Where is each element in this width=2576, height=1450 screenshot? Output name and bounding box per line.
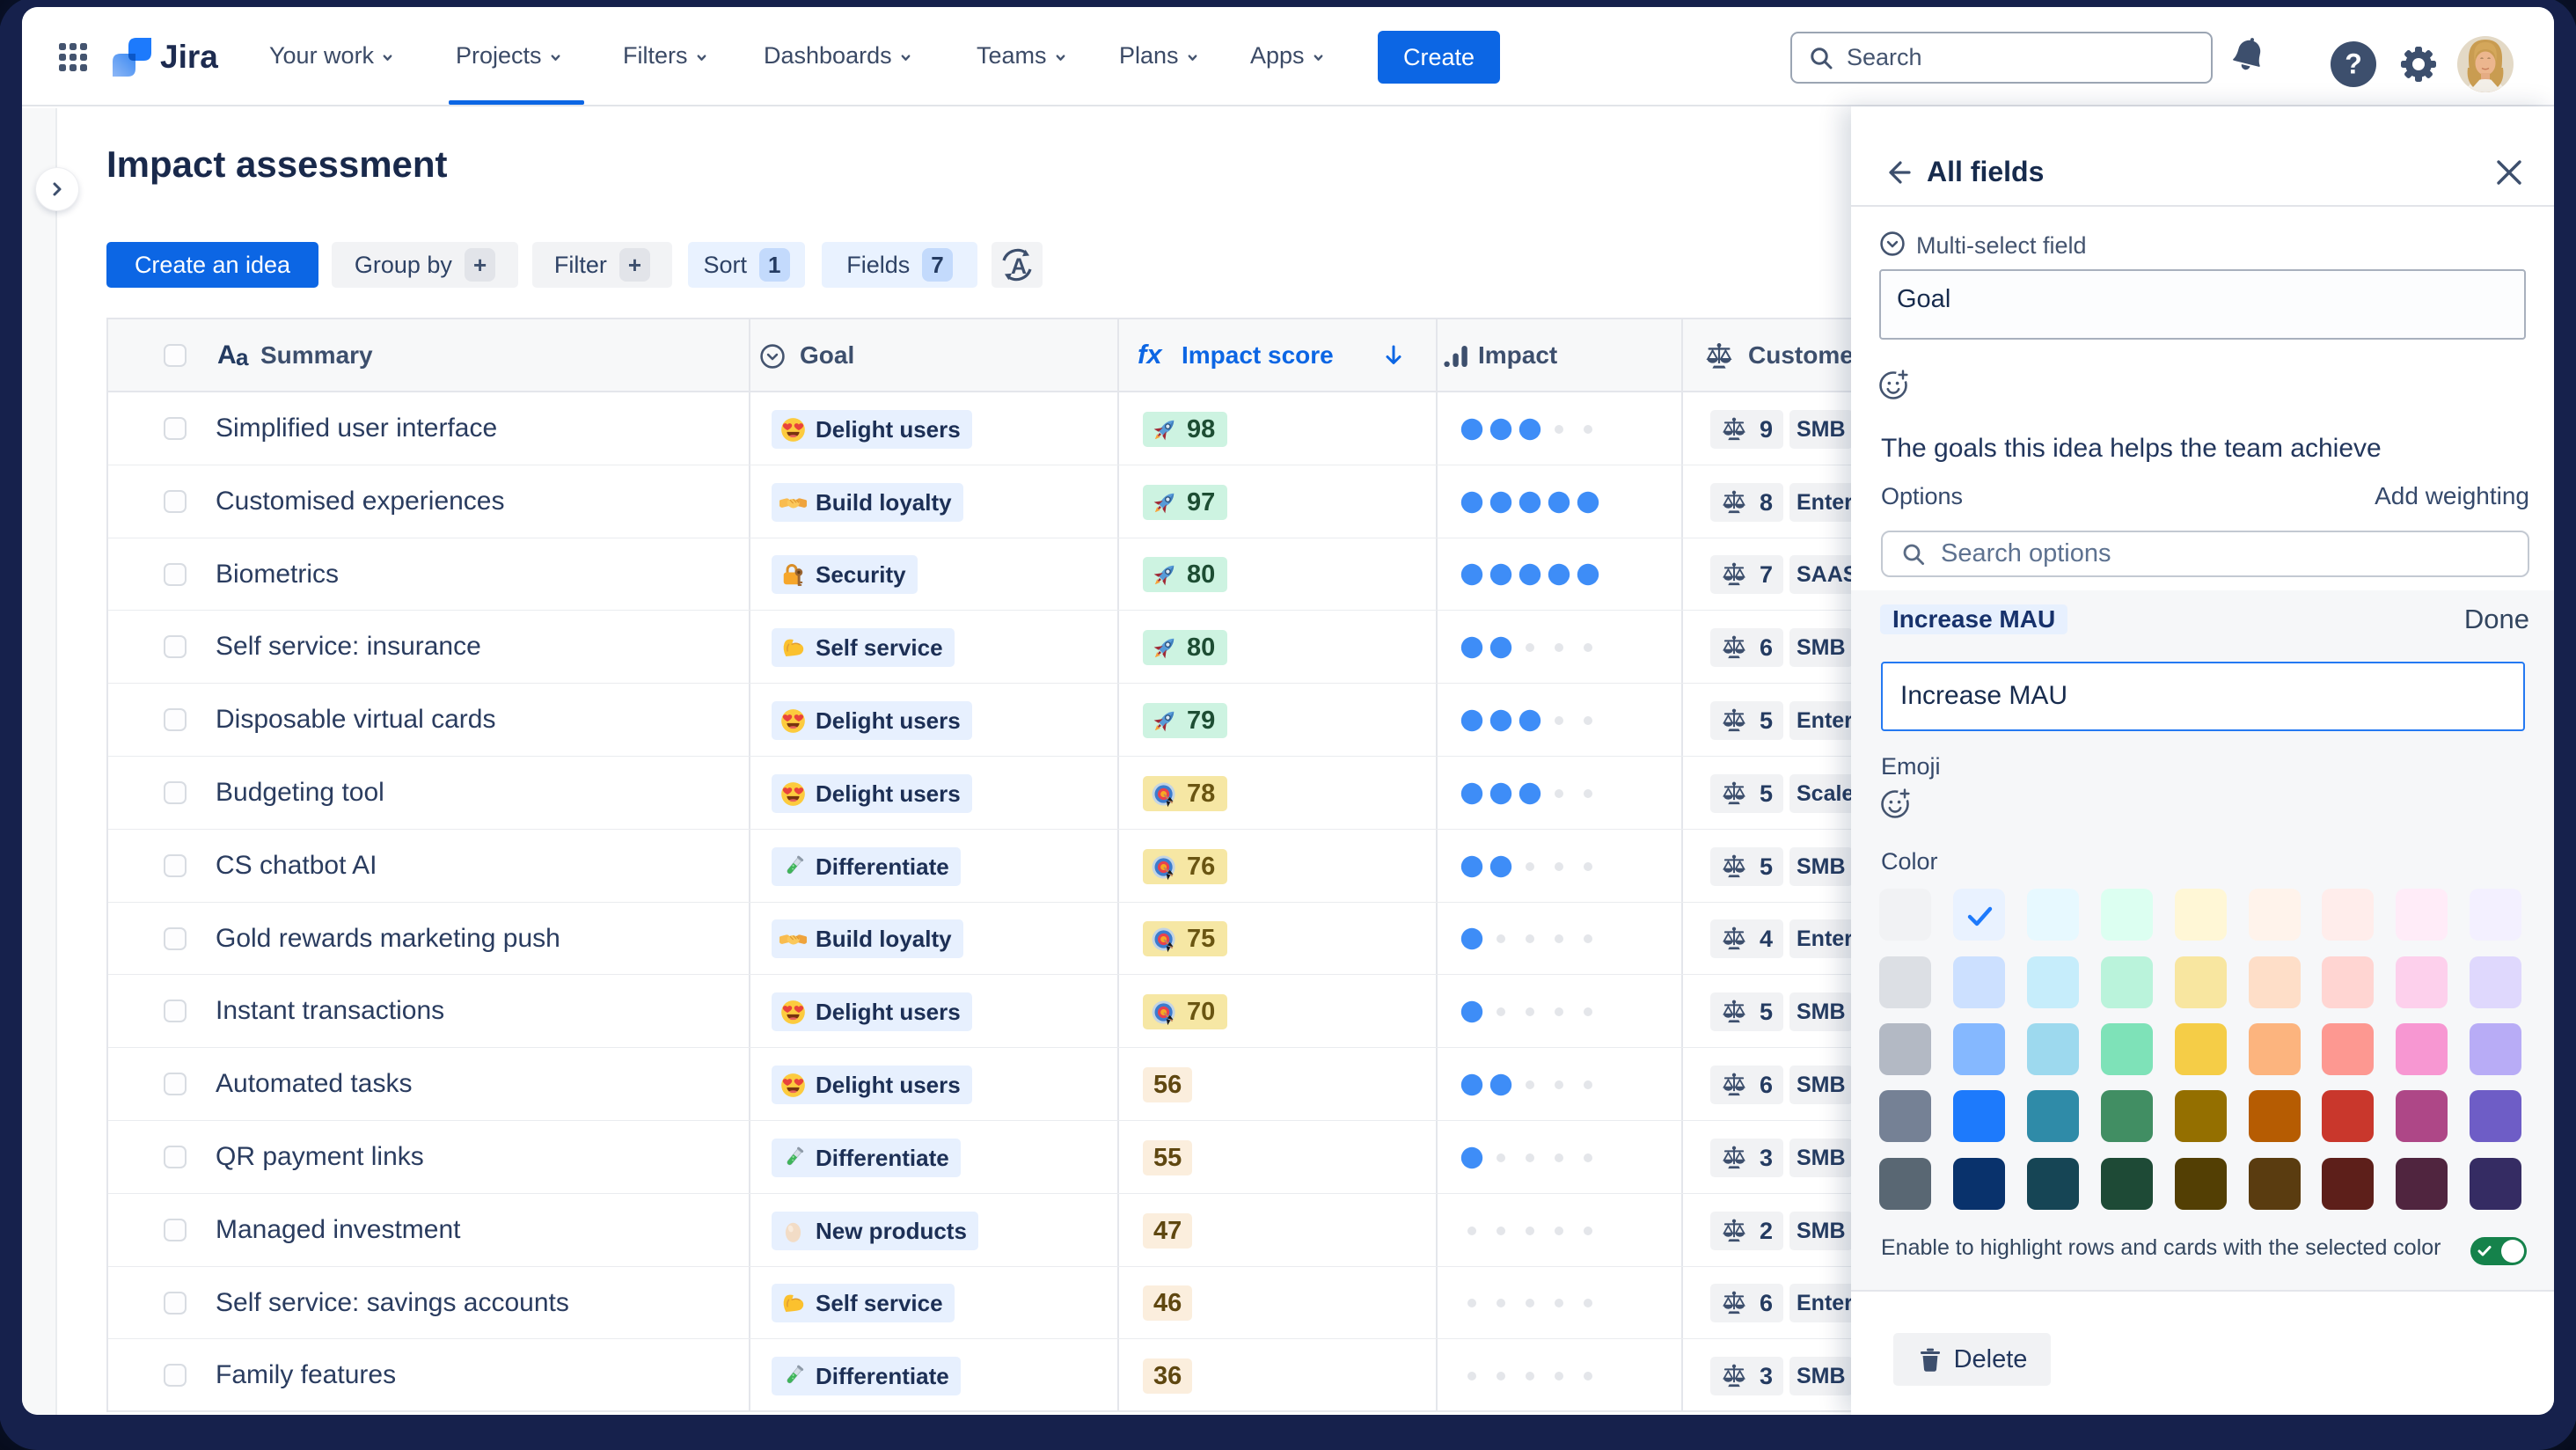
svg-text:?: ? <box>2345 48 2362 80</box>
svg-text:A: A <box>1011 254 1027 279</box>
